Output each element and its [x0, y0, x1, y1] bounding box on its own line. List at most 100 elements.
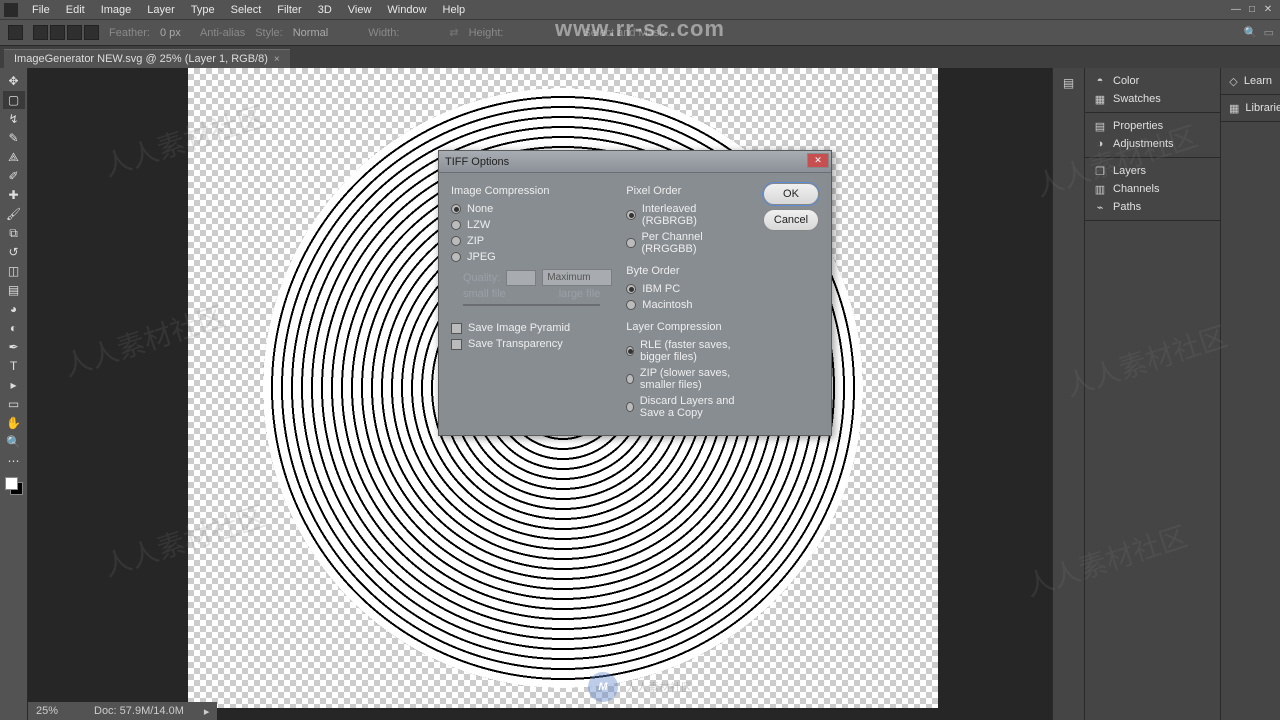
panel-color[interactable]: ◓ Color: [1085, 72, 1220, 90]
document-tab[interactable]: ImageGenerator NEW.svg @ 25% (Layer 1, R…: [4, 49, 290, 68]
radio-zip[interactable]: ZIP: [451, 233, 612, 249]
panel-paths[interactable]: ⌁ Paths: [1085, 198, 1220, 216]
tab-close-icon[interactable]: ×: [274, 54, 280, 65]
panel-libraries[interactable]: ▦Libraries: [1221, 99, 1280, 117]
radio-discard[interactable]: Discard Layers and Save a Copy: [626, 393, 749, 421]
move-tool-icon[interactable]: ✥: [3, 72, 25, 90]
radio-jpeg[interactable]: JPEG: [451, 249, 612, 265]
history-brush-tool-icon[interactable]: ↺: [3, 243, 25, 261]
channels-icon: ▥: [1093, 183, 1107, 195]
search-icon[interactable]: 🔍: [1244, 26, 1258, 39]
edit-toolbar-icon[interactable]: ⋯: [3, 452, 25, 470]
zoom-value[interactable]: 25%: [36, 705, 74, 717]
radio-label: JPEG: [467, 251, 496, 263]
image-compression-title: Image Compression: [451, 185, 612, 197]
swatches-icon: ▦: [1093, 93, 1107, 105]
panel-channels[interactable]: ▥Channels: [1085, 180, 1220, 198]
status-chevron-icon[interactable]: ▸: [204, 705, 210, 718]
sel-new-icon[interactable]: [33, 25, 48, 40]
workspace-icon[interactable]: ▭: [1264, 26, 1274, 39]
menu-window[interactable]: Window: [379, 4, 434, 16]
radio-none[interactable]: None: [451, 201, 612, 217]
menu-image[interactable]: Image: [93, 4, 140, 16]
sel-add-icon[interactable]: [50, 25, 65, 40]
tool-preset-icon[interactable]: [8, 25, 23, 40]
cancel-button[interactable]: Cancel: [763, 209, 819, 231]
menu-select[interactable]: Select: [223, 4, 270, 16]
fg-color-icon[interactable]: [5, 477, 18, 490]
path-select-tool-icon[interactable]: ▸: [3, 376, 25, 394]
shape-tool-icon[interactable]: ▭: [3, 395, 25, 413]
libraries-icon: ▦: [1229, 102, 1239, 114]
lasso-tool-icon[interactable]: ↯: [3, 110, 25, 128]
menu-help[interactable]: Help: [435, 4, 474, 16]
dialog-titlebar[interactable]: TIFF Options ✕: [439, 151, 831, 173]
ok-button[interactable]: OK: [763, 183, 819, 205]
color-icon: ◓: [1093, 75, 1107, 87]
type-tool-icon[interactable]: T: [3, 357, 25, 375]
menu-layer[interactable]: Layer: [139, 4, 183, 16]
panel-label: Color: [1113, 75, 1139, 87]
sel-int-icon[interactable]: [84, 25, 99, 40]
pixel-order-title: Pixel Order: [626, 185, 749, 197]
brush-tool-icon[interactable]: 🖌: [3, 205, 25, 223]
style-value[interactable]: Normal: [293, 27, 328, 39]
radio-lzw[interactable]: LZW: [451, 217, 612, 233]
swap-wh-icon[interactable]: ⇄: [449, 26, 458, 39]
sel-sub-icon[interactable]: [67, 25, 82, 40]
zoom-tool-icon[interactable]: 🔍: [3, 433, 25, 451]
radio-icon: [626, 284, 636, 294]
dodge-tool-icon[interactable]: ◐: [3, 319, 25, 337]
radio-zip-layer[interactable]: ZIP (slower saves, smaller files): [626, 365, 749, 393]
menu-3d[interactable]: 3D: [310, 4, 340, 16]
radio-ibm[interactable]: IBM PC: [626, 281, 749, 297]
blur-tool-icon[interactable]: ◕: [3, 300, 25, 318]
crop-tool-icon[interactable]: ⟁: [3, 148, 25, 166]
check-save-pyramid[interactable]: Save Image Pyramid: [451, 320, 612, 336]
radio-rle[interactable]: RLE (faster saves, bigger files): [626, 337, 749, 365]
menu-file[interactable]: File: [24, 4, 58, 16]
panel-layers[interactable]: ❐Layers: [1085, 162, 1220, 180]
quick-select-tool-icon[interactable]: ✎: [3, 129, 25, 147]
menu-view[interactable]: View: [340, 4, 380, 16]
eyedropper-tool-icon[interactable]: ✐: [3, 167, 25, 185]
radio-mac[interactable]: Macintosh: [626, 297, 749, 313]
pen-tool-icon[interactable]: ✒: [3, 338, 25, 356]
radio-icon: [451, 220, 461, 230]
radio-icon: [626, 300, 636, 310]
panel-learn[interactable]: ◇Learn: [1221, 72, 1280, 90]
radio-per-channel[interactable]: Per Channel (RRGGBB): [626, 229, 749, 257]
paths-icon: ⌁: [1093, 201, 1107, 213]
feather-value[interactable]: 0 px: [160, 27, 190, 39]
stamp-tool-icon[interactable]: ⧉: [3, 224, 25, 242]
color-swatch[interactable]: [5, 477, 23, 495]
panel-swatches[interactable]: ▦Swatches: [1085, 90, 1220, 108]
quality-slider: [463, 304, 600, 306]
minimize-icon[interactable]: —: [1228, 2, 1244, 16]
eraser-tool-icon[interactable]: ◫: [3, 262, 25, 280]
history-panel-icon[interactable]: ▤: [1060, 74, 1078, 92]
large-file-label: large file: [559, 288, 601, 300]
dialog-close-icon[interactable]: ✕: [807, 153, 829, 168]
hand-tool-icon[interactable]: ✋: [3, 414, 25, 432]
quality-input: [506, 270, 536, 286]
window-controls: — □ ✕: [1228, 2, 1276, 16]
maximize-icon[interactable]: □: [1244, 2, 1260, 16]
menu-edit[interactable]: Edit: [58, 4, 93, 16]
panel-properties[interactable]: ▤Properties: [1085, 117, 1220, 135]
check-save-transparency[interactable]: Save Transparency: [451, 336, 612, 352]
panel-label: Adjustments: [1113, 138, 1174, 150]
menu-filter[interactable]: Filter: [269, 4, 309, 16]
radio-label: IBM PC: [642, 283, 680, 295]
gradient-tool-icon[interactable]: ▤: [3, 281, 25, 299]
marquee-tool-icon[interactable]: ▢: [3, 91, 25, 109]
heal-tool-icon[interactable]: ✚: [3, 186, 25, 204]
close-icon[interactable]: ✕: [1260, 2, 1276, 16]
radio-icon: [626, 210, 636, 220]
panel-label: Paths: [1113, 201, 1141, 213]
radio-interleaved[interactable]: Interleaved (RGBRGB): [626, 201, 749, 229]
document-tabs: ImageGenerator NEW.svg @ 25% (Layer 1, R…: [0, 46, 1280, 68]
status-bar: 25% Doc: 57.9M/14.0M ▸: [28, 702, 217, 720]
menu-type[interactable]: Type: [183, 4, 223, 16]
panel-adjustments[interactable]: ◑Adjustments: [1085, 135, 1220, 153]
